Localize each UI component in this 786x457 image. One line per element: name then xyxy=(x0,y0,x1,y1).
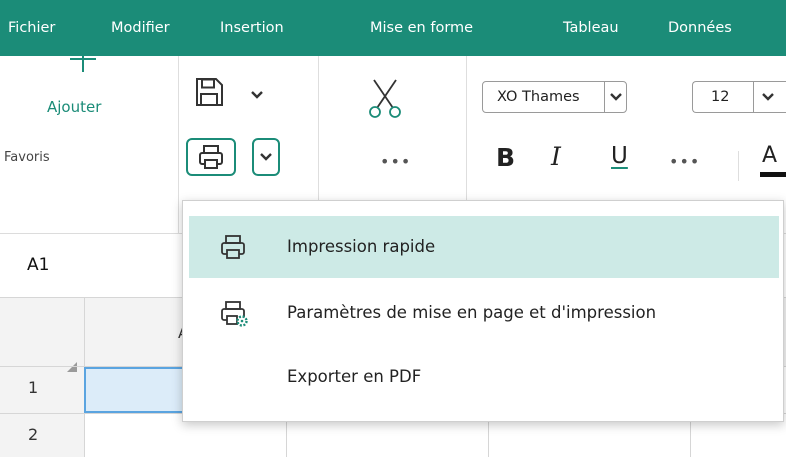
bold-button[interactable]: B xyxy=(496,143,515,172)
font-family-caret[interactable] xyxy=(604,82,626,112)
print-button[interactable] xyxy=(186,138,236,176)
font-size-value: 12 xyxy=(711,89,730,105)
menu-mise-en-forme[interactable]: Mise en forme xyxy=(370,0,473,56)
chevron-down-icon xyxy=(610,93,622,101)
row-header-1[interactable]: 1 xyxy=(28,378,38,397)
font-color-swatch xyxy=(760,172,786,177)
chevron-down-icon xyxy=(260,153,272,161)
add-icon[interactable] xyxy=(68,44,98,74)
printer-icon xyxy=(199,145,223,169)
save-icon[interactable] xyxy=(193,76,225,108)
font-family-select[interactable]: XO Thames xyxy=(482,81,627,113)
menu-donnees[interactable]: Données xyxy=(668,0,732,56)
ribbon-separator xyxy=(178,56,179,234)
printer-settings-icon xyxy=(221,301,248,327)
chevron-down-icon[interactable] xyxy=(250,90,264,100)
chevron-down-icon[interactable] xyxy=(761,92,775,102)
menu-item-label: Paramètres de mise en page et d'impressi… xyxy=(287,303,657,322)
menu-item-label: Exporter en PDF xyxy=(287,367,422,386)
more-format-button[interactable]: ••• xyxy=(669,152,700,171)
font-size-divider xyxy=(753,82,754,112)
italic-button[interactable]: I xyxy=(551,142,561,171)
printer-icon xyxy=(221,235,245,259)
menu-item-label: Impression rapide xyxy=(287,237,436,256)
menu-fichier[interactable]: Fichier xyxy=(8,0,55,56)
font-color-button[interactable]: A xyxy=(760,143,786,179)
ribbon-separator xyxy=(738,151,739,181)
print-options-button[interactable] xyxy=(252,138,280,176)
favorites-group-label: Favoris xyxy=(4,150,50,165)
more-clipboard-button[interactable]: ••• xyxy=(380,152,411,171)
row-header-bar xyxy=(0,298,84,457)
menu-bar: Fichier Modifier Insertion Mise en forme… xyxy=(0,0,786,56)
ribbon-separator xyxy=(466,56,467,201)
add-button-label[interactable]: Ajouter xyxy=(47,98,101,116)
print-dropdown-menu: Impression rapide Paramètres de mise en … xyxy=(182,200,784,422)
cell-reference[interactable]: A1 xyxy=(27,255,49,275)
font-color-letter: A xyxy=(762,143,778,168)
underline-button[interactable]: U xyxy=(611,143,628,169)
menu-modifier[interactable]: Modifier xyxy=(111,0,170,56)
menu-item-export-pdf[interactable]: Exporter en PDF xyxy=(189,346,779,408)
font-size-select[interactable]: 12 xyxy=(692,81,786,113)
menu-tableau[interactable]: Tableau xyxy=(563,0,619,56)
menu-insertion[interactable]: Insertion xyxy=(220,0,284,56)
menu-item-page-setup-print[interactable]: Paramètres de mise en page et d'impressi… xyxy=(189,282,779,344)
row-header-2[interactable]: 2 xyxy=(28,425,38,444)
font-family-value: XO Thames xyxy=(497,89,580,105)
menu-item-quick-print[interactable]: Impression rapide xyxy=(189,216,779,278)
ribbon-separator xyxy=(318,56,319,201)
scissors-icon[interactable] xyxy=(368,78,402,120)
select-all-corner[interactable] xyxy=(67,362,77,372)
